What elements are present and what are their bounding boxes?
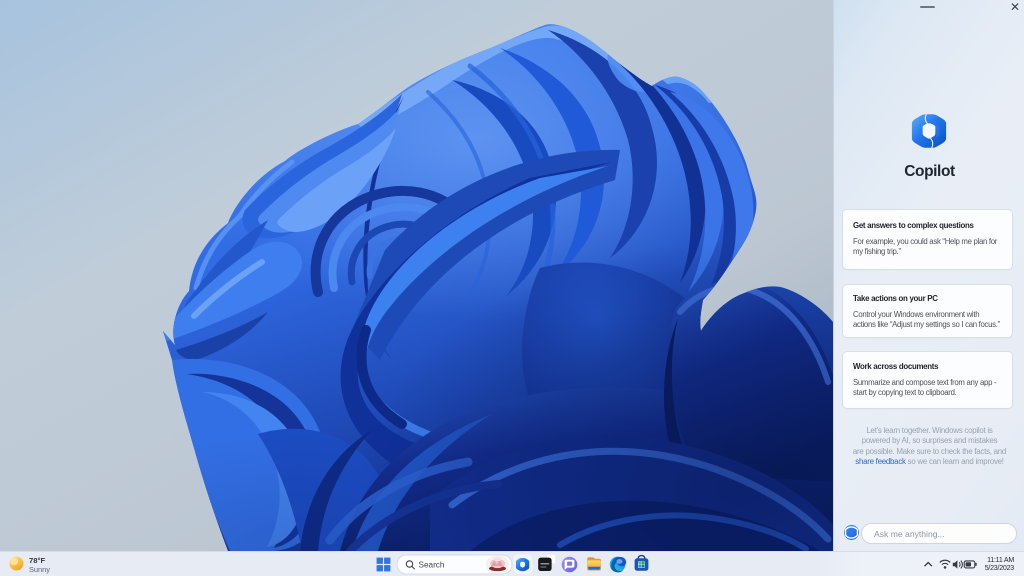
- svg-text:Search: Search: [419, 560, 445, 569]
